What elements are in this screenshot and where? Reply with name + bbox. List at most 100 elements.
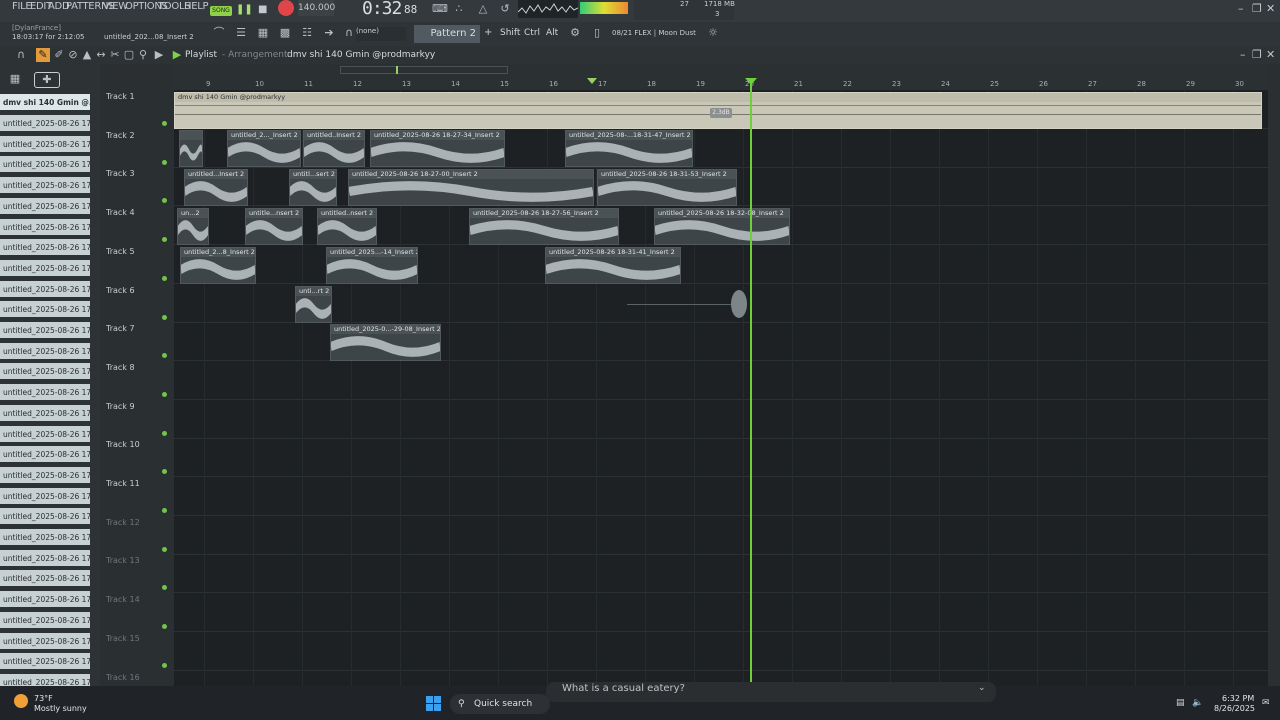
- windows-start-icon[interactable]: [426, 696, 441, 711]
- track-mute-dot[interactable]: [162, 430, 167, 436]
- slice-tool-icon[interactable]: ✂: [108, 48, 122, 62]
- metronome-icon[interactable]: △: [476, 2, 490, 16]
- shift-key-button[interactable]: Shift: [500, 28, 520, 38]
- slip-tool-icon[interactable]: ↔: [94, 48, 108, 62]
- track-label[interactable]: Track 9: [106, 402, 135, 411]
- tempo-display[interactable]: 140.000: [298, 0, 335, 16]
- picker-item[interactable]: untitled_2025-08-26 17-...: [0, 218, 90, 237]
- clip-track5-c[interactable]: untitled_2025-08-26 18-31-41_Insert 2: [545, 247, 681, 284]
- typing-keyboard-icon[interactable]: ⌨: [432, 2, 448, 16]
- stop-icon[interactable]: ■: [258, 4, 270, 16]
- track-mute-dot[interactable]: [162, 662, 167, 668]
- track-mute-dot[interactable]: [162, 159, 167, 165]
- loop-marker[interactable]: [587, 78, 597, 84]
- arrow-right-icon[interactable]: ➔: [322, 26, 336, 40]
- picker-item[interactable]: untitled_2025-08-26 17-...: [0, 508, 90, 527]
- clip-track2-c[interactable]: untitled..Insert 2: [303, 130, 365, 167]
- zoom-tool-icon[interactable]: ⚲: [136, 48, 150, 62]
- clip-track3-d[interactable]: untitled_2025-08-26 18-31-53_Insert 2: [597, 169, 737, 206]
- picker-item[interactable]: untitled_2025-08-26 17-...: [0, 404, 90, 423]
- track-label[interactable]: Track 6: [106, 286, 135, 295]
- picker-item[interactable]: untitled_2025-08-26 17-...: [0, 446, 90, 465]
- picker-item[interactable]: untitled_2025-08-26 17-...: [0, 487, 90, 506]
- cart-icon[interactable]: ▯: [590, 26, 604, 40]
- channel-rack-icon[interactable]: ▦: [256, 26, 270, 40]
- chevron-down-icon[interactable]: ⌄: [978, 683, 986, 693]
- settings-icon[interactable]: ⚙: [568, 26, 582, 40]
- delete-tool-icon[interactable]: ⊘: [66, 48, 80, 62]
- picker-item[interactable]: untitled_2025-08-26 17-...: [0, 549, 90, 568]
- snap-icon[interactable]: ⌒: [212, 26, 226, 40]
- volume-icon[interactable]: 🔈: [1192, 698, 1203, 708]
- clip-track4-d[interactable]: untitled_2025-08-26 18-27-56_Insert 2: [469, 208, 619, 245]
- snap-select[interactable]: (none): [356, 27, 406, 41]
- menu-file[interactable]: FILE: [12, 1, 32, 12]
- song-mode-button[interactable]: SONG: [210, 6, 232, 16]
- clip-track6-a[interactable]: unti...rt 2: [295, 286, 332, 323]
- loop-record-icon[interactable]: ↺: [498, 2, 512, 16]
- panel-close-icon[interactable]: ✕: [1266, 48, 1275, 61]
- picker-item[interactable]: untitled_2025-08-26 17-...: [0, 177, 90, 196]
- step-edit-icon[interactable]: ∴: [452, 2, 466, 16]
- picker-item[interactable]: untitled_2025-08-26 17-...: [0, 363, 90, 382]
- picker-item[interactable]: untitled_2025-08-26 17-...: [0, 259, 90, 278]
- clip-track2-e[interactable]: untitled_2025-08-...18-31-47_Insert 2: [565, 130, 693, 167]
- panel-minimize-icon[interactable]: –: [1240, 48, 1246, 61]
- clip-track2-a[interactable]: [179, 130, 203, 167]
- track-mute-dot[interactable]: [162, 391, 167, 397]
- picker-item[interactable]: untitled_2025-08-26 17-...: [0, 425, 90, 444]
- clip-track3-b[interactable]: untitl...sert 2: [289, 169, 337, 206]
- picker-item[interactable]: untitled_2025-08-26 17-...: [0, 611, 90, 630]
- clip-track7-a[interactable]: untitled_2025-0...-29-08_Insert 2: [330, 324, 441, 361]
- playlist-icon[interactable]: ▶: [170, 48, 184, 62]
- track-label[interactable]: Track 14: [106, 595, 140, 604]
- add-pattern-button[interactable]: +: [484, 27, 492, 38]
- piano-roll-icon[interactable]: ▩: [278, 26, 292, 40]
- track-label[interactable]: Track 7: [106, 324, 135, 333]
- clip-track2-d[interactable]: untitled_2025-08-26 18-27-34_Insert 2: [370, 130, 505, 167]
- search-suggestion-text[interactable]: What is a casual eatery?: [562, 683, 685, 694]
- restore-icon[interactable]: ❐: [1252, 2, 1262, 15]
- track-label[interactable]: Track 10: [106, 440, 140, 449]
- picker-item[interactable]: untitled_2025-08-26 17-...: [0, 591, 90, 610]
- picker-item[interactable]: untitled_2025-08-26 17-...: [0, 570, 90, 589]
- menu-help[interactable]: HELP: [184, 1, 209, 12]
- clip-track5-a[interactable]: untitled_2...8_Insert 2: [180, 247, 256, 284]
- clip-track4-c[interactable]: untitled..nsert 2: [317, 208, 377, 245]
- notifications-icon[interactable]: ✉: [1262, 698, 1270, 708]
- track-mute-dot[interactable]: [162, 121, 167, 126]
- clock-date[interactable]: 8/26/2025: [1214, 704, 1255, 713]
- picker-item[interactable]: untitled_2025-08-26 17-...: [0, 384, 90, 403]
- timeline-ruler[interactable]: [172, 64, 1268, 90]
- alt-key-button[interactable]: Alt: [546, 28, 558, 38]
- magnet-icon[interactable]: ∩: [342, 26, 356, 40]
- mute-tool-icon[interactable]: ▲: [80, 48, 94, 62]
- globe-icon[interactable]: ☼: [706, 26, 720, 40]
- close-icon[interactable]: ✕: [1266, 2, 1275, 15]
- minimize-icon[interactable]: –: [1238, 2, 1244, 15]
- clip-track3-a[interactable]: untitled...Insert 2: [184, 169, 248, 206]
- track-label[interactable]: Track 13: [106, 556, 140, 565]
- plugin-picker-icon[interactable]: ☷: [300, 26, 314, 40]
- network-icon[interactable]: ▤: [1176, 698, 1185, 708]
- picker-item[interactable]: untitled_2025-08-26 17-...: [0, 197, 90, 216]
- playback-tool-icon[interactable]: ▶: [152, 48, 166, 62]
- weather-icon[interactable]: [14, 694, 28, 708]
- select-tool-icon[interactable]: ▢: [122, 48, 136, 62]
- ctrl-key-button[interactable]: Ctrl: [524, 28, 540, 38]
- track-mute-dot[interactable]: [162, 275, 167, 281]
- picker-item[interactable]: untitled_2025-08-26 17-...: [0, 342, 90, 361]
- clip-track3-c[interactable]: untitled_2025-08-26 18-27-00_Insert 2: [348, 169, 594, 206]
- picker-item[interactable]: untitled_2025-08-26 17-...: [0, 653, 90, 672]
- playhead-marker[interactable]: [745, 78, 757, 85]
- draw-tool-icon[interactable]: ✎: [36, 48, 50, 62]
- picker-item[interactable]: untitled_2025-08-26 17-...: [0, 529, 90, 547]
- track-label[interactable]: Track 2: [106, 131, 135, 140]
- picker-item[interactable]: untitled_2025-08-26 17-...: [0, 632, 90, 651]
- picker-item[interactable]: untitled_2025-08-26 17-...: [0, 322, 90, 340]
- track-label[interactable]: Track 8: [106, 363, 135, 372]
- track-label[interactable]: Track 5: [106, 247, 135, 256]
- pattern-selector[interactable]: Pattern 2: [414, 25, 480, 43]
- track-label[interactable]: Track 15: [106, 634, 140, 643]
- record-button[interactable]: [278, 0, 294, 16]
